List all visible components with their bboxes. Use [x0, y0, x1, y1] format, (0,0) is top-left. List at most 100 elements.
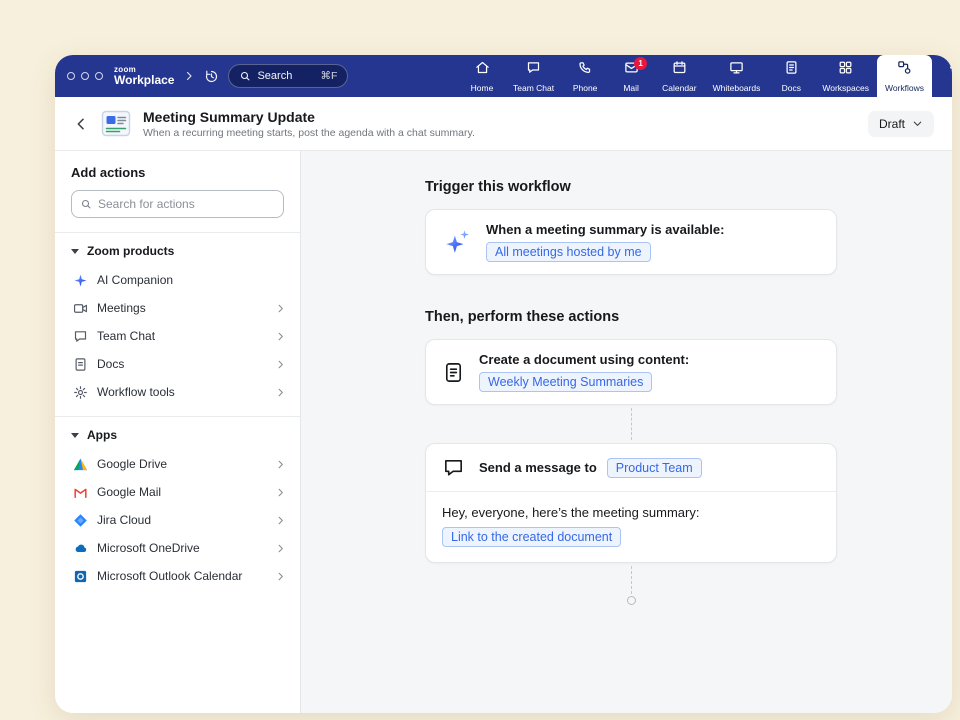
nav-item-label: Calendar: [662, 83, 697, 93]
document-content-pill[interactable]: Weekly Meeting Summaries: [479, 372, 652, 392]
gear-icon: [72, 384, 88, 400]
collapse-caret-icon: [71, 249, 79, 254]
add-step-node[interactable]: [627, 596, 636, 605]
nav-item-docs[interactable]: Docs: [768, 55, 814, 97]
back-icon[interactable]: [73, 116, 89, 132]
section-apps[interactable]: Apps: [55, 417, 300, 450]
ai-sparkle-icon: [72, 272, 88, 288]
sidebar-item-label: Google Mail: [97, 485, 161, 499]
nav-item-team-chat[interactable]: Team Chat: [505, 55, 562, 97]
google-drive-icon: [72, 456, 88, 472]
chat-bubble-icon: [442, 456, 465, 479]
nav-item-label: Team Chat: [513, 83, 554, 93]
send-message-title: Send a message to: [479, 460, 597, 475]
trigger-heading: Trigger this workflow: [425, 179, 837, 195]
more-icon: [948, 60, 953, 80]
nav-item-label: Mail: [623, 83, 639, 93]
sidebar-item-label: Microsoft Outlook Calendar: [97, 569, 242, 583]
message-link-pill[interactable]: Link to the created document: [442, 527, 621, 547]
nav-item-label: Phone: [573, 83, 598, 93]
nav-item-calendar[interactable]: Calendar: [654, 55, 705, 97]
sidebar-item-google-mail[interactable]: Google Mail: [55, 478, 300, 506]
chevron-right-icon[interactable]: [183, 70, 195, 82]
workflow-connector-line: [631, 408, 632, 440]
status-dropdown[interactable]: Draft: [868, 111, 934, 137]
trigger-card[interactable]: When a meeting summary is available: All…: [425, 209, 837, 275]
nav-item-mail[interactable]: 1 Mail: [608, 55, 654, 97]
phone-icon: [578, 60, 593, 80]
nav-item-label: Docs: [782, 83, 801, 93]
section-zoom-products[interactable]: Zoom products: [55, 233, 300, 266]
document-icon: [72, 356, 88, 372]
window-control-dot[interactable]: [95, 72, 103, 80]
collapse-caret-icon: [71, 433, 79, 438]
sidebar-item-team-chat[interactable]: Team Chat: [55, 322, 300, 350]
history-icon[interactable]: [204, 69, 219, 84]
window-controls[interactable]: [67, 72, 103, 80]
chevron-right-icon: [275, 387, 286, 398]
team-chat-icon: [526, 60, 541, 80]
sidebar-item-meetings[interactable]: Meetings: [55, 294, 300, 322]
chevron-right-icon: [275, 459, 286, 470]
app-window: zoom Workplace Search ⌘F: [55, 55, 952, 713]
nav-item-phone[interactable]: Phone: [562, 55, 608, 97]
document-icon: [442, 361, 465, 384]
search-label: Search: [257, 70, 292, 82]
trigger-scope-pill[interactable]: All meetings hosted by me: [486, 242, 651, 262]
sidebar-title: Add actions: [71, 165, 284, 180]
nav-item-workflows[interactable]: Workflows: [877, 55, 932, 97]
actions-search-input[interactable]: [98, 197, 275, 211]
nav-item-workspaces[interactable]: Workspaces: [814, 55, 877, 97]
home-icon: [475, 60, 490, 80]
sidebar-item-label: Team Chat: [97, 329, 155, 343]
jira-icon: [72, 512, 88, 528]
nav-item-home[interactable]: Home: [459, 55, 505, 97]
message-body-text: Hey, everyone, here’s the meeting summar…: [442, 505, 820, 520]
sidebar-item-workflow-tools[interactable]: Workflow tools: [55, 378, 300, 406]
chevron-down-icon: [912, 118, 923, 129]
search-icon: [239, 70, 251, 82]
app-body: Add actions Zoom products AI Com: [55, 151, 952, 713]
status-badge: Draft: [879, 117, 905, 131]
window-control-dot[interactable]: [67, 72, 75, 80]
nav-left-cluster: zoom Workplace Search ⌘F: [55, 55, 360, 97]
message-recipient-pill[interactable]: Product Team: [607, 458, 702, 478]
chevron-right-icon: [275, 487, 286, 498]
chevron-right-icon: [275, 359, 286, 370]
google-mail-icon: [72, 484, 88, 500]
trigger-card-title: When a meeting summary is available:: [486, 222, 724, 237]
create-document-card[interactable]: Create a document using content: Weekly …: [425, 339, 837, 405]
sidebar-item-jira-cloud[interactable]: Jira Cloud: [55, 506, 300, 534]
workflow-connector-line: [631, 566, 632, 594]
outlook-calendar-icon: [72, 568, 88, 584]
nav-item-more[interactable]: M: [932, 55, 952, 97]
logo-workplace-text: Workplace: [114, 74, 174, 87]
chevron-right-icon: [275, 303, 286, 314]
sidebar-item-label: Workflow tools: [97, 385, 175, 399]
sidebar-item-google-drive[interactable]: Google Drive: [55, 450, 300, 478]
chevron-right-icon: [275, 515, 286, 526]
workflows-icon: [897, 60, 912, 80]
window-control-dot[interactable]: [81, 72, 89, 80]
top-navigation: zoom Workplace Search ⌘F: [55, 55, 952, 97]
global-search[interactable]: Search ⌘F: [228, 64, 348, 88]
sidebar-item-label: Microsoft OneDrive: [97, 541, 200, 555]
actions-search-box[interactable]: [71, 190, 284, 218]
nav-items: Home Team Chat Phone 1 Mail Calend: [459, 55, 952, 97]
sidebar-item-microsoft-outlook-calendar[interactable]: Microsoft Outlook Calendar: [55, 562, 300, 590]
search-icon: [80, 198, 92, 210]
onedrive-icon: [72, 540, 88, 556]
sidebar-item-label: Jira Cloud: [97, 513, 151, 527]
ai-sparkle-icon: [442, 227, 472, 257]
sidebar-item-microsoft-onedrive[interactable]: Microsoft OneDrive: [55, 534, 300, 562]
chevron-right-icon: [275, 331, 286, 342]
chevron-right-icon: [275, 571, 286, 582]
nav-item-whiteboards[interactable]: Whiteboards: [705, 55, 769, 97]
search-shortcut: ⌘F: [321, 70, 338, 82]
section-label: Apps: [87, 428, 117, 442]
sidebar-item-docs[interactable]: Docs: [55, 350, 300, 378]
nav-item-label: Whiteboards: [713, 83, 761, 93]
sidebar-item-ai-companion[interactable]: AI Companion: [55, 266, 300, 294]
message-body: Hey, everyone, here’s the meeting summar…: [426, 492, 836, 562]
send-message-card[interactable]: Send a message to Product Team Hey, ever…: [425, 443, 837, 563]
